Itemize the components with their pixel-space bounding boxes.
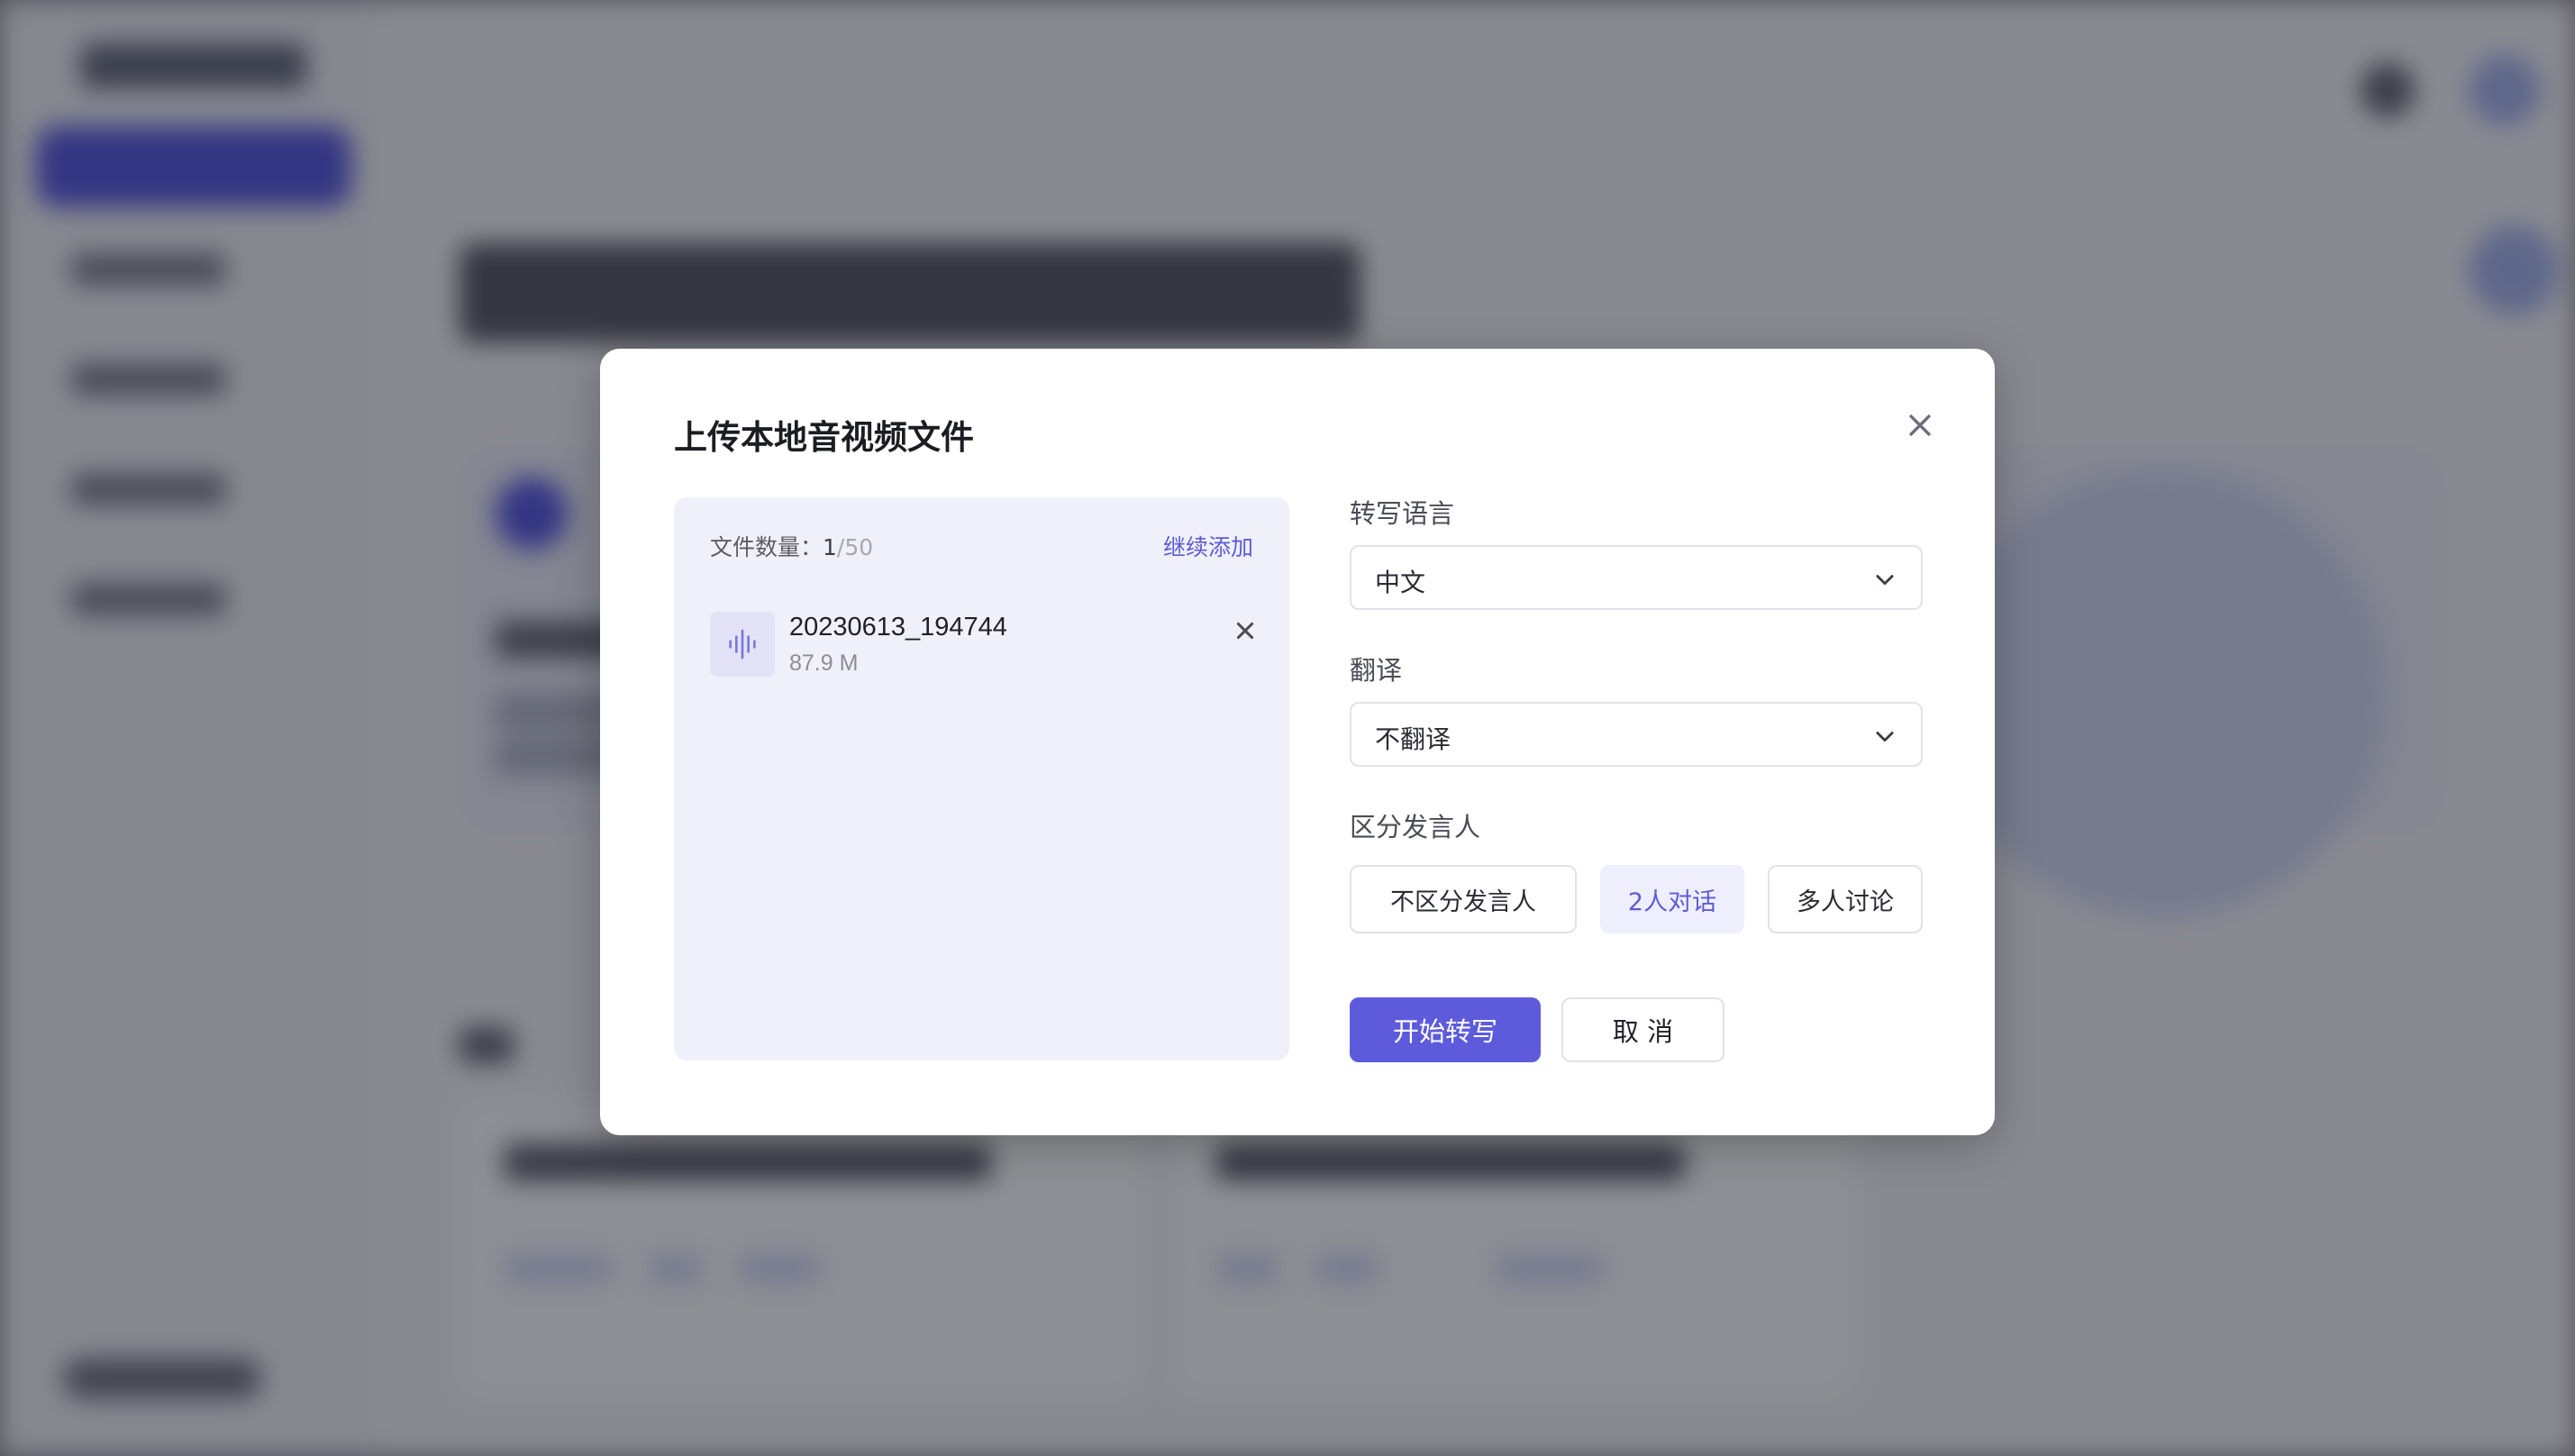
file-list-panel: 文件数量：1/50 继续添加 20230613_194744 87.9 M xyxy=(674,497,1289,1060)
file-size: 87.9 M xyxy=(789,651,859,676)
start-transcribe-button[interactable]: 开始转写 xyxy=(1350,997,1541,1062)
remove-file-icon[interactable] xyxy=(1229,614,1261,647)
file-name: 20230613_194744 xyxy=(789,613,1007,642)
chevron-down-icon xyxy=(1876,575,1894,586)
language-select-value: 中文 xyxy=(1375,568,1426,597)
file-count-label: 文件数量： xyxy=(710,534,823,560)
file-count-current: 1 xyxy=(823,534,837,560)
translation-select-value: 不翻译 xyxy=(1375,724,1451,754)
file-count-max: /50 xyxy=(836,534,874,560)
modal-title: 上传本地音视频文件 xyxy=(674,418,974,457)
translation-label: 翻译 xyxy=(1350,655,1403,686)
speaker-label: 区分发言人 xyxy=(1350,812,1481,842)
language-select[interactable]: 中文 xyxy=(1350,545,1923,610)
close-icon[interactable] xyxy=(1899,405,1941,446)
file-list-item: 20230613_194744 87.9 M xyxy=(710,609,1260,681)
speaker-option-multi[interactable]: 多人讨论 xyxy=(1768,865,1923,933)
add-more-link[interactable]: 继续添加 xyxy=(1163,530,1253,562)
language-label: 转写语言 xyxy=(1350,498,1455,529)
cancel-button[interactable]: 取 消 xyxy=(1561,997,1724,1062)
translation-select[interactable]: 不翻译 xyxy=(1350,702,1923,767)
file-count: 文件数量：1/50 xyxy=(710,530,873,562)
speaker-option-two[interactable]: 2人对话 xyxy=(1600,865,1744,933)
speaker-option-none[interactable]: 不区分发言人 xyxy=(1350,865,1577,933)
audio-wave-icon xyxy=(710,612,775,677)
upload-modal: 上传本地音视频文件 文件数量：1/50 继续添加 20230613_194744… xyxy=(600,349,1995,1135)
chevron-down-icon xyxy=(1876,732,1894,742)
